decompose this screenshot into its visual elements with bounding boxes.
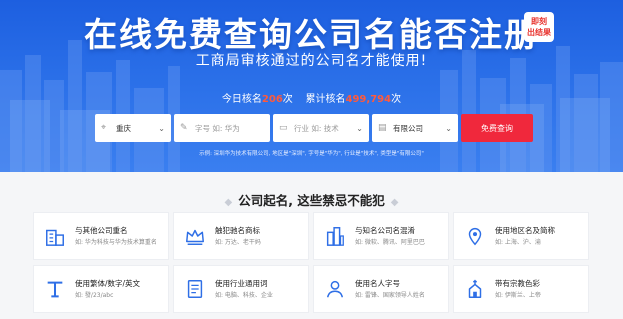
crown-icon [186,229,204,245]
query-stats: 今日核名206次 累计核名499,794次 [0,90,623,105]
today-unit: 次 [282,94,293,105]
taboo-card-desc: 如: 微软、腾讯、阿里巴巴 [355,238,425,246]
total-label: 累计核名 [305,94,346,105]
location-pin-icon: ⌖ [101,123,107,133]
title-decoration-right: ◆ [390,197,399,208]
taboo-card[interactable]: 使用行业通用词 如: 电脑、科技、企业 [173,265,309,313]
taboo-card-title: 使用行业通用词 [215,278,268,288]
taboo-card[interactable]: 触犯驰名商标 如: 万达、老干妈 [173,212,309,260]
taboo-card-title: 使用繁体/数字/英文 [75,278,141,288]
taboo-section-title-text: 公司起名, 这些禁忌不能犯 [238,193,385,208]
taboo-card-desc: 如: 万达、老干妈 [215,238,261,246]
building-icon [46,229,64,246]
taboo-card[interactable]: 使用地区名及简称 如: 上海、沪、渝 [453,212,589,260]
chevron-down-icon: ⌄ [356,123,363,133]
search-example-hint: 示例: 深圳华为技术有限公司, 地区是"深圳", 字号是"华为", 行业是"技术… [199,151,424,157]
text-t-icon [47,281,63,298]
taboo-card-desc: 如: 上海、沪、渝 [495,238,541,246]
taboo-card-desc: 如: 發/23/abc [75,291,114,299]
location-pin-icon [468,228,482,246]
instant-result-badge: 即刻 出结果 [524,12,554,42]
taboo-card-title: 使用名人字号 [355,278,400,288]
taboo-card-desc: 如: 华为科技与华为技术算重名 [75,238,157,246]
city-select-value: 重庆 [116,123,131,133]
document-icon [187,280,203,298]
church-icon [468,279,482,298]
taboo-card-desc: 如: 伊斯兰、上帝 [495,291,541,299]
taboo-card-grid: 与其他公司重名如: 华为科技与华为技术算重名 触犯驰名商标 如: 万达、老干妈 与… [33,212,589,313]
company-type-select[interactable]: ▤ 有限公司 ⌄ [372,114,458,142]
taboo-card-title: 带有宗教色彩 [495,278,540,288]
company-type-value: 有限公司 [393,123,423,133]
taboo-card-desc: 如: 电脑、科技、企业 [215,291,273,299]
industry-select[interactable]: ▭ 行业 如: 技术 ⌄ [273,114,369,142]
badge-line-1: 即刻 [531,17,547,26]
total-count: 499,794 [345,94,392,105]
taboo-card[interactable]: 带有宗教色彩 如: 伊斯兰、上帝 [453,265,589,313]
skyscraper-icon [326,227,344,246]
taboo-card[interactable]: 使用繁体/数字/英文 如: 發/23/abc [33,265,169,313]
brand-name-placeholder: 字号 如: 华为 [195,123,240,133]
taboo-card-title: 与其他公司重名 [75,225,128,235]
today-label: 今日核名 [221,94,262,105]
taboo-card-title: 使用地区名及简称 [495,225,555,235]
free-query-button[interactable]: 免费查询 [461,114,533,142]
badge-line-2: 出结果 [527,28,551,37]
briefcase-icon: ▭ [279,123,288,133]
document-icon: ▤ [378,123,387,133]
brand-name-input[interactable]: ✎ 字号 如: 华为 [174,114,270,142]
today-count: 206 [261,94,283,105]
taboo-card-desc: 如: 雷锋、国家领导人姓名 [355,291,425,299]
name-search-form: ⌖ 重庆 ⌄ ✎ 字号 如: 华为 ▭ 行业 如: 技术 ⌄ ▤ 有限公司 ⌄ … [95,114,533,142]
taboo-section-title: ◆ 公司起名, 这些禁忌不能犯 ◆ [0,190,623,209]
edit-icon: ✎ [180,123,188,133]
taboo-card[interactable]: 使用名人字号如: 雷锋、国家领导人姓名 [313,265,449,313]
chevron-down-icon: ⌄ [445,123,452,133]
city-select[interactable]: ⌖ 重庆 ⌄ [95,114,171,142]
chevron-down-icon: ⌄ [158,123,165,133]
taboo-card[interactable]: 与知名公司名混淆如: 微软、腾讯、阿里巴巴 [313,212,449,260]
total-unit: 次 [391,94,402,105]
taboo-card[interactable]: 与其他公司重名如: 华为科技与华为技术算重名 [33,212,169,260]
person-icon [326,280,344,298]
page-subheadline: 工商局审核通过的公司名才能使用! [195,53,428,69]
taboo-card-title: 触犯驰名商标 [215,225,260,235]
hero-banner: 在线免费查询公司名能否注册 即刻 出结果 工商局审核通过的公司名才能使用! 今日… [0,0,623,172]
industry-placeholder: 行业 如: 技术 [294,123,339,133]
title-decoration-left: ◆ [224,197,233,208]
taboo-card-title: 与知名公司名混淆 [355,225,415,235]
